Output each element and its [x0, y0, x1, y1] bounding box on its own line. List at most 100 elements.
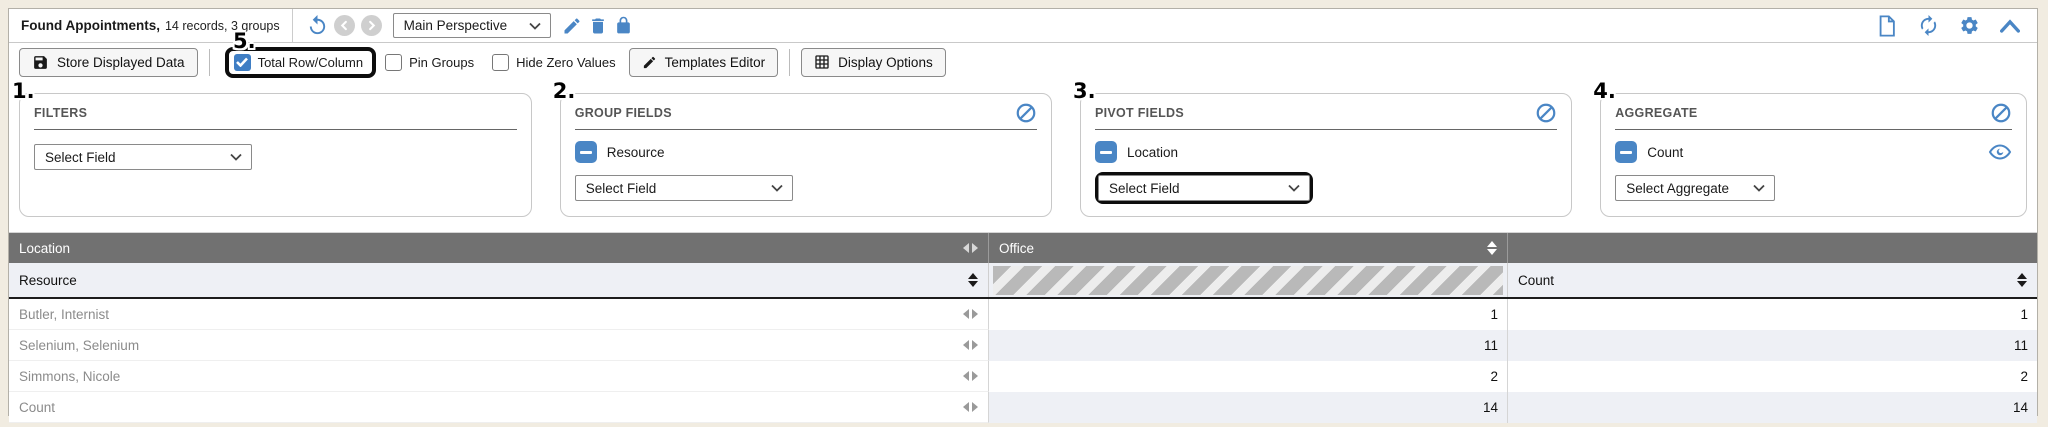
templates-editor-button[interactable]: Templates Editor	[629, 48, 779, 77]
remove-location-field-button[interactable]	[1095, 141, 1117, 163]
display-options-label: Display Options	[838, 55, 933, 70]
resource-row-header[interactable]: Resource	[9, 263, 989, 297]
office-value-cell: 2	[989, 361, 1508, 392]
count-value-cell: 1	[1508, 299, 2037, 330]
prev-icon	[339, 20, 350, 31]
group-fields-select[interactable]: Select Field	[575, 175, 793, 201]
settings-icon	[1959, 15, 1980, 36]
aggregate-select[interactable]: Select Aggregate	[1615, 175, 1775, 201]
sort-icon[interactable]	[2017, 273, 2027, 287]
next-icon	[366, 20, 377, 31]
location-header-label: Location	[19, 241, 70, 256]
delete-icon	[588, 16, 608, 36]
total-row-column-checkbox[interactable]	[234, 54, 251, 71]
pivot-field-row: Location	[1095, 141, 1557, 163]
annotation-3-badge: 3.	[1073, 81, 1096, 102]
previous-perspective-button[interactable]	[334, 15, 355, 36]
next-perspective-button[interactable]	[361, 15, 382, 36]
table-row: Simmons, Nicole 2 2	[9, 361, 2037, 392]
delete-perspective-button[interactable]	[585, 13, 611, 39]
perspective-select[interactable]: Main Perspective	[393, 13, 551, 38]
clear-group-fields-button[interactable]	[1015, 102, 1037, 124]
resource-name: Butler, Internist	[19, 307, 109, 322]
clear-aggregate-button[interactable]	[1990, 102, 2012, 124]
lock-perspective-button[interactable]	[611, 13, 637, 39]
resource-name-cell: Butler, Internist	[9, 299, 989, 330]
new-perspective-button[interactable]	[1874, 13, 1900, 39]
pencil-icon	[642, 55, 657, 70]
column-move-icon[interactable]	[963, 309, 978, 319]
display-options-button[interactable]: Display Options	[801, 48, 946, 77]
store-displayed-data-button[interactable]: Store Displayed Data	[19, 48, 198, 77]
group-field-row: Resource	[575, 141, 1037, 163]
refresh-button[interactable]	[1915, 13, 1941, 39]
pivot-fields-title: PIVOT FIELDS	[1095, 106, 1184, 120]
row-field-header-row: Resource Count	[9, 263, 2037, 299]
chevron-down-icon	[230, 153, 242, 161]
undo-icon	[306, 14, 329, 37]
settings-button[interactable]	[1956, 13, 1982, 39]
hide-zero-values-checkbox[interactable]	[492, 54, 509, 71]
count-total-value: 14	[2013, 400, 2028, 415]
office-total-cell: 14	[989, 392, 1508, 423]
count-header-label: Count	[1518, 273, 1554, 288]
table-row: Butler, Internist 1 1	[9, 299, 2037, 330]
grid-icon	[814, 54, 830, 70]
group-fields-title: GROUP FIELDS	[575, 106, 672, 120]
column-move-icon[interactable]	[963, 340, 978, 350]
column-move-icon[interactable]	[963, 371, 978, 381]
pivot-fields-panel: 3. PIVOT FIELDS Location Select Field	[1080, 93, 1572, 217]
remove-resource-field-button[interactable]	[575, 141, 597, 163]
pivot-column-header-row: Location Office	[9, 233, 2037, 263]
office-value: 1	[1490, 307, 1498, 322]
remove-count-aggregate-button[interactable]	[1615, 141, 1637, 163]
collapse-icon	[2000, 19, 2020, 33]
office-value: 11	[1484, 338, 1498, 353]
store-displayed-data-label: Store Displayed Data	[57, 55, 185, 70]
clear-pivot-fields-button[interactable]	[1535, 102, 1557, 124]
title-bar-right-actions	[1874, 13, 2027, 39]
refresh-icon	[1917, 14, 1940, 37]
pin-groups-checkbox[interactable]	[385, 54, 402, 71]
count-total-cell: 14	[1508, 392, 2037, 423]
divider	[789, 49, 790, 76]
aggregate-select-value: Select Aggregate	[1626, 181, 1729, 196]
aggregate-title: AGGREGATE	[1615, 106, 1697, 120]
resource-name-cell: Selenium, Selenium	[9, 330, 989, 361]
lock-icon	[614, 16, 633, 35]
field-panels: 1. FILTERS Select Field 2. GROUP FIELDS	[9, 81, 2037, 223]
chevron-down-icon	[1753, 184, 1765, 192]
edit-perspective-button[interactable]	[559, 13, 585, 39]
sort-icon[interactable]	[1487, 241, 1497, 255]
templates-editor-label: Templates Editor	[665, 55, 766, 70]
group-fields-select-value: Select Field	[586, 181, 657, 196]
office-column-header[interactable]: Office	[989, 233, 1508, 263]
collapse-panel-button[interactable]	[1997, 13, 2023, 39]
total-row-column-label[interactable]: Total Row/Column	[258, 55, 364, 70]
column-move-icon[interactable]	[963, 402, 978, 412]
filters-title: FILTERS	[34, 106, 87, 120]
toggle-count-visibility-button[interactable]	[1988, 143, 2012, 161]
count-value: 2	[2020, 369, 2028, 384]
count-value: 11	[2014, 338, 2028, 353]
location-column-header[interactable]: Location	[9, 233, 989, 263]
undo-button[interactable]	[305, 13, 331, 39]
resource-name: Simmons, Nicole	[19, 369, 120, 384]
count-column-header[interactable]: Count	[1508, 263, 2037, 297]
pivot-table: Location Office Resource Count	[9, 232, 2037, 423]
eye-icon	[1988, 143, 2012, 161]
office-value-cell: 1	[989, 299, 1508, 330]
pin-groups-label[interactable]: Pin Groups	[409, 55, 474, 70]
hide-zero-values-label[interactable]: Hide Zero Values	[516, 55, 615, 70]
filters-select[interactable]: Select Field	[34, 144, 252, 170]
annotation-4-badge: 4.	[1593, 81, 1616, 102]
column-move-icon[interactable]	[963, 243, 978, 253]
sort-icon[interactable]	[968, 273, 978, 287]
count-value-cell: 11	[1508, 330, 2037, 361]
annotation-2-badge: 2.	[553, 81, 576, 102]
save-icon	[32, 54, 49, 71]
ban-icon	[1990, 102, 2012, 124]
office-total-value: 14	[1483, 400, 1498, 415]
pivot-fields-select[interactable]: Select Field	[1098, 175, 1310, 201]
chevron-down-icon	[1288, 184, 1300, 192]
